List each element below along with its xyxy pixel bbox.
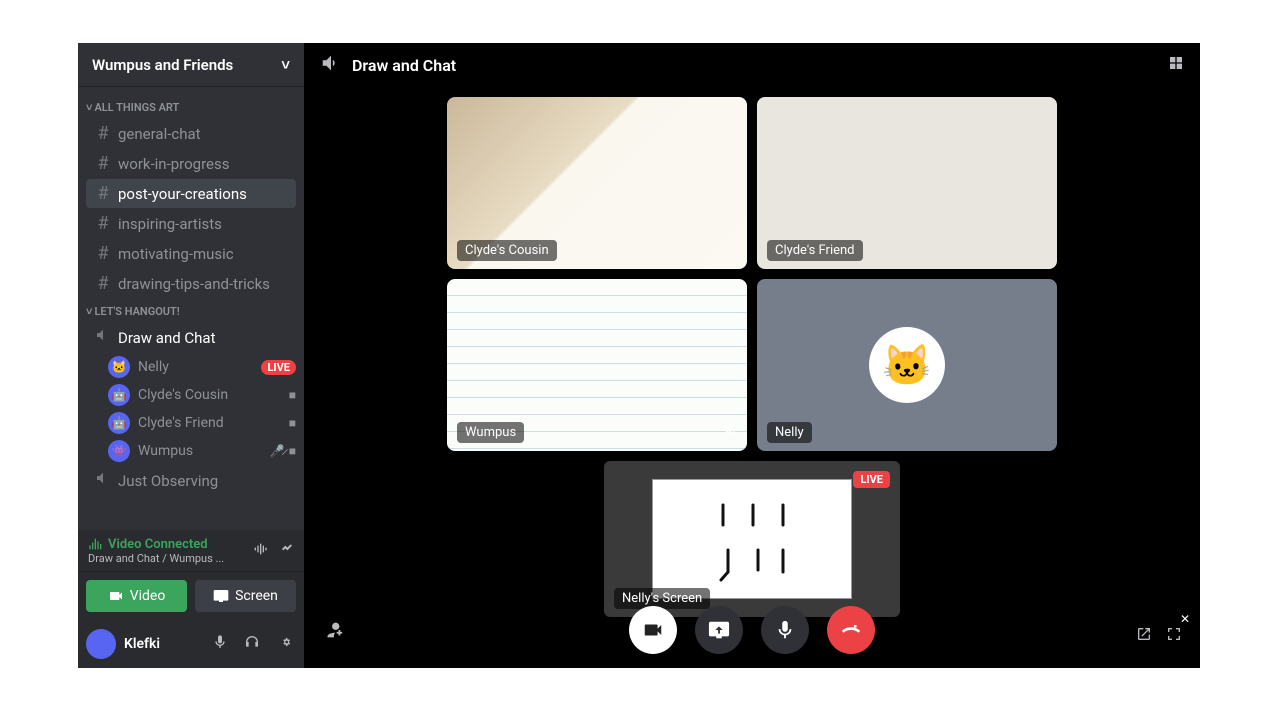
live-badge: LIVE [261,360,296,375]
mic-button[interactable] [761,606,809,654]
voice-status-sub: Draw and Chat / Wumpus ... [88,552,224,565]
disconnect-button[interactable]: ✕ [827,606,875,654]
deafen-icon[interactable] [240,634,264,654]
username: Klefki [124,636,200,652]
server-header[interactable]: Wumpus and Friends ˅ [78,43,304,87]
channel-work-in-progress[interactable]: #work-in-progress [86,149,296,178]
mic-muted-icon [721,423,737,443]
speaker-icon [94,327,112,348]
channel-inspiring-artists[interactable]: #inspiring-artists [86,209,296,238]
tile-label: Clyde's Cousin [457,240,557,261]
camera-icon: ■ [289,416,296,430]
speaker-icon [94,470,112,491]
settings-icon[interactable] [272,634,296,654]
disconnect-icon[interactable] [278,541,294,561]
tile-label: Nelly [767,422,812,443]
hash-icon: # [94,213,112,234]
hash-icon: # [94,183,112,204]
avatar: 🤖 [108,384,130,406]
popout-icon[interactable] [1136,626,1152,646]
sidebar: Wumpus and Friends ˅ ˅ALL THINGS ART #ge… [78,43,304,668]
live-badge: LIVE [853,471,890,488]
video-button[interactable]: Video [86,580,187,612]
voice-member[interactable]: 🤖Clyde's Cousin■ [100,381,304,409]
call-view: Draw and Chat Clyde's Cousin Clyde's Fri… [304,43,1200,668]
chevron-down-icon: ˅ [281,56,290,74]
camera-icon: ■ [289,444,296,458]
hash-icon: # [94,243,112,264]
voice-member[interactable]: 🤖Clyde's Friend■ [100,409,304,437]
voice-member[interactable]: 🐱NellyLIVE [100,353,304,381]
fullscreen-icon[interactable] [1166,626,1182,646]
mic-muted-icon: 🎤̷ [270,444,285,458]
voice-channel-just-observing[interactable]: Just Observing [86,466,296,495]
channel-post-your-creations[interactable]: #post-your-creations [86,179,296,208]
avatar: 🐱 [108,356,130,378]
avatar: 👾 [108,440,130,462]
chevron-down-icon: ˅ [86,101,92,114]
hash-icon: # [94,123,112,144]
avatar[interactable] [86,629,116,659]
voice-member[interactable]: 👾Wumpus🎤̷ ■ [100,437,304,465]
hash-icon: # [94,153,112,174]
speaker-icon [320,52,342,79]
voice-status-panel: Video Connected Draw and Chat / Wumpus .… [78,530,304,572]
category-header[interactable]: ˅LET'S HANGOUT! [78,299,304,322]
grid-view-icon[interactable] [1168,55,1184,75]
mute-icon[interactable] [208,634,232,654]
video-tile[interactable]: Wumpus [447,279,747,451]
avatar: 🐱 [869,327,945,403]
avatar: 🤖 [108,412,130,434]
channel-general-chat[interactable]: #general-chat [86,119,296,148]
video-tile[interactable]: Clyde's Friend [757,97,1057,269]
channel-list: ˅ALL THINGS ART #general-chat #work-in-p… [78,87,304,530]
camera-icon: ■ [289,388,296,402]
channel-motivating-music[interactable]: #motivating-music [86,239,296,268]
noise-suppression-icon[interactable] [252,541,268,561]
video-tile[interactable]: Clyde's Cousin [447,97,747,269]
chevron-down-icon: ˅ [86,305,92,318]
tile-label: Wumpus [457,422,524,443]
tile-label: Clyde's Friend [767,240,863,261]
server-name: Wumpus and Friends [92,56,233,74]
screenshare-button[interactable] [695,606,743,654]
screen-button[interactable]: Screen [195,580,296,612]
camera-button[interactable] [629,606,677,654]
video-grid: Clyde's Cousin Clyde's Friend Wumpus 🐱 Ne… [447,97,1057,451]
screenshare-tile[interactable]: LIVE Nelly's Screen [604,461,900,617]
call-header: Draw and Chat [304,43,1200,87]
voice-status-title: Video Connected [88,536,224,552]
video-tile[interactable]: 🐱 Nelly [757,279,1057,451]
hash-icon: # [94,273,112,294]
channel-drawing-tips[interactable]: #drawing-tips-and-tricks [86,269,296,298]
category-header[interactable]: ˅ALL THINGS ART [78,95,304,118]
voice-channel-draw-and-chat[interactable]: Draw and Chat [86,323,296,352]
call-controls: ✕ [304,606,1200,654]
user-panel: Klefki [78,620,304,668]
call-channel-name: Draw and Chat [352,56,456,75]
